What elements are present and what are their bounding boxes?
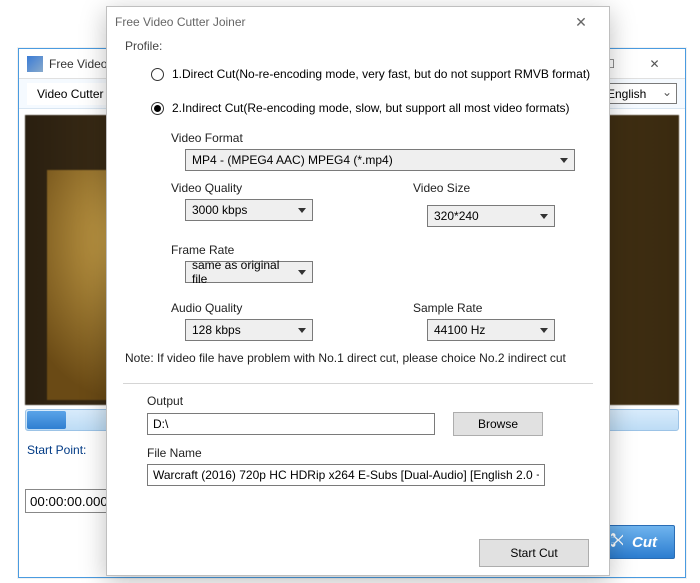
language-value: English xyxy=(607,87,646,101)
audio-quality-select[interactable]: 128 kbps xyxy=(185,319,313,341)
radio-indirect-cut[interactable]: 2.Indirect Cut(Re-encoding mode, slow, b… xyxy=(125,87,591,121)
frame-rate-value: same as original file xyxy=(192,258,292,286)
frame-rate-select[interactable]: same as original file xyxy=(185,261,313,283)
radio-direct-cut-label: 1.Direct Cut(No-re-encoding mode, very f… xyxy=(172,67,590,81)
close-button[interactable]: ✕ xyxy=(632,50,677,78)
browse-button-label: Browse xyxy=(478,417,518,431)
file-name-label: File Name xyxy=(147,436,591,464)
radio-direct-cut[interactable]: 1.Direct Cut(No-re-encoding mode, very f… xyxy=(125,61,591,87)
tab-video-cutter[interactable]: Video Cutter xyxy=(27,83,114,105)
output-label: Output xyxy=(147,394,591,412)
profile-label: Profile: xyxy=(125,37,591,61)
dialog-titlebar: Free Video Cutter Joiner ✕ xyxy=(107,7,609,37)
dialog-title: Free Video Cutter Joiner xyxy=(115,15,246,29)
progress-fill xyxy=(27,411,66,429)
video-quality-select[interactable]: 3000 kbps xyxy=(185,199,313,221)
video-format-label: Video Format xyxy=(171,121,591,149)
radio-indirect-cut-label: 2.Indirect Cut(Re-encoding mode, slow, b… xyxy=(172,101,570,115)
sample-rate-select[interactable]: 44100 Hz xyxy=(427,319,555,341)
video-format-select[interactable]: MP4 - (MPEG4 AAC) MPEG4 (*.mp4) xyxy=(185,149,575,171)
video-size-select[interactable]: 320*240 xyxy=(427,205,555,227)
audio-quality-label: Audio Quality xyxy=(171,291,313,319)
video-size-value: 320*240 xyxy=(434,209,479,223)
sample-rate-label: Sample Rate xyxy=(413,291,555,319)
start-cut-label: Start Cut xyxy=(510,546,557,560)
dialog-close-button[interactable]: ✕ xyxy=(561,14,601,31)
separator xyxy=(123,383,593,384)
browse-button[interactable]: Browse xyxy=(453,412,543,436)
video-quality-value: 3000 kbps xyxy=(192,203,247,217)
output-path-input[interactable] xyxy=(147,413,435,435)
scissors-icon xyxy=(608,531,626,553)
app-icon xyxy=(27,56,43,72)
cut-button-label: Cut xyxy=(632,534,657,551)
radio-icon xyxy=(151,102,164,115)
audio-quality-value: 128 kbps xyxy=(192,323,241,337)
radio-icon xyxy=(151,68,164,81)
video-quality-label: Video Quality xyxy=(171,171,313,199)
profile-dialog: Free Video Cutter Joiner ✕ Profile: 1.Di… xyxy=(106,6,610,576)
file-name-input[interactable] xyxy=(147,464,545,486)
note-text: Note: If video file have problem with No… xyxy=(125,341,591,369)
frame-rate-label: Frame Rate xyxy=(171,227,591,261)
sample-rate-value: 44100 Hz xyxy=(434,323,485,337)
start-cut-button[interactable]: Start Cut xyxy=(479,539,589,567)
video-format-value: MP4 - (MPEG4 AAC) MPEG4 (*.mp4) xyxy=(192,153,393,167)
language-select[interactable]: English xyxy=(602,83,677,104)
video-size-label: Video Size xyxy=(413,171,555,199)
